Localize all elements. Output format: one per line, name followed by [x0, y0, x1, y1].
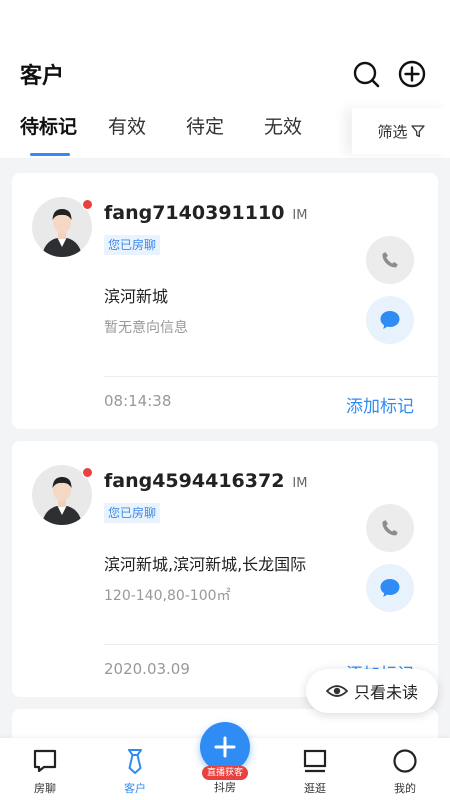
add-circle-icon[interactable] [398, 60, 426, 88]
add-mark-link[interactable]: 添加标记 [346, 392, 414, 417]
interest-area: 滨河新城 [104, 287, 169, 306]
chat-button[interactable] [366, 296, 414, 344]
customer-name: fang7140391110 IM [104, 202, 307, 224]
tab-valid[interactable]: 有效 [108, 112, 146, 139]
tab-bar-item-me[interactable]: 我的 [375, 748, 435, 796]
profile-circle-icon [393, 749, 417, 773]
filter-button[interactable]: 筛选 [352, 108, 450, 154]
page-title: 客户 [20, 64, 65, 89]
contact-time: 2020.03.09 [104, 660, 190, 678]
im-tag: IM [292, 208, 308, 223]
chat-bubble-icon [380, 579, 400, 597]
filter-label: 筛选 [377, 122, 408, 141]
customer-name-text: fang7140391110 [104, 202, 285, 224]
intent-info: 暂无意向信息 [104, 320, 188, 336]
tab-bar-label: 抖房 [214, 781, 236, 794]
live-add-button[interactable] [200, 722, 250, 772]
phone-icon [382, 252, 398, 268]
tab-invalid[interactable]: 无效 [264, 112, 302, 139]
chat-square-icon [33, 749, 57, 773]
customer-card[interactable]: fang4594416372 IM 您已房聊 滨河新城,滨河新城,长龙国际 120… [12, 441, 438, 697]
tab-bar-label: 房聊 [34, 782, 56, 795]
header: 客户 待标记 有效 待定 无效 筛选 [0, 0, 450, 158]
plus-icon [214, 736, 236, 758]
tab-pending[interactable]: 待定 [186, 112, 224, 139]
search-icon[interactable] [352, 60, 380, 88]
call-button[interactable] [366, 504, 414, 552]
call-button[interactable] [366, 236, 414, 284]
chat-bubble-icon [380, 311, 400, 329]
phone-icon [382, 520, 398, 536]
im-tag: IM [292, 476, 308, 491]
contact-time: 08:14:38 [104, 392, 172, 410]
tab-bar-label: 逛逛 [304, 782, 326, 795]
customer-name-text: fang4594416372 [104, 470, 285, 492]
unread-only-toggle[interactable]: 只看未读 [306, 669, 438, 713]
tab-bar-item-browse[interactable]: 逛逛 [285, 748, 345, 796]
tie-icon [128, 749, 142, 774]
active-tab-indicator [30, 153, 70, 156]
unread-only-label: 只看未读 [353, 683, 418, 702]
intent-info: 120-140,80-100㎡ [104, 588, 231, 604]
customer-card[interactable]: fang7140391110 IM 您已房聊 滨河新城 暂无意向信息 08:14:… [12, 173, 438, 429]
interest-area: 滨河新城,滨河新城,长龙国际 [104, 555, 307, 574]
status-badge: 您已房聊 [104, 503, 161, 523]
unread-dot [82, 199, 93, 210]
chat-button[interactable] [366, 564, 414, 612]
tab-bar-item-chat[interactable]: 房聊 [15, 748, 75, 796]
tab-unmarked[interactable]: 待标记 [20, 112, 77, 139]
card-divider [104, 376, 438, 377]
unread-dot [82, 467, 93, 478]
filter-icon [410, 125, 425, 138]
card-divider [104, 644, 438, 645]
tab-bar-label: 客户 [124, 782, 146, 795]
live-badge: 直播获客 [202, 766, 248, 780]
customer-name: fang4594416372 IM [104, 470, 307, 492]
eye-icon [325, 685, 348, 697]
status-badge: 您已房聊 [104, 235, 161, 255]
tab-bar-label: 我的 [394, 782, 416, 795]
tab-bar-item-customers[interactable]: 客户 [105, 748, 165, 796]
monitor-icon [303, 749, 327, 773]
